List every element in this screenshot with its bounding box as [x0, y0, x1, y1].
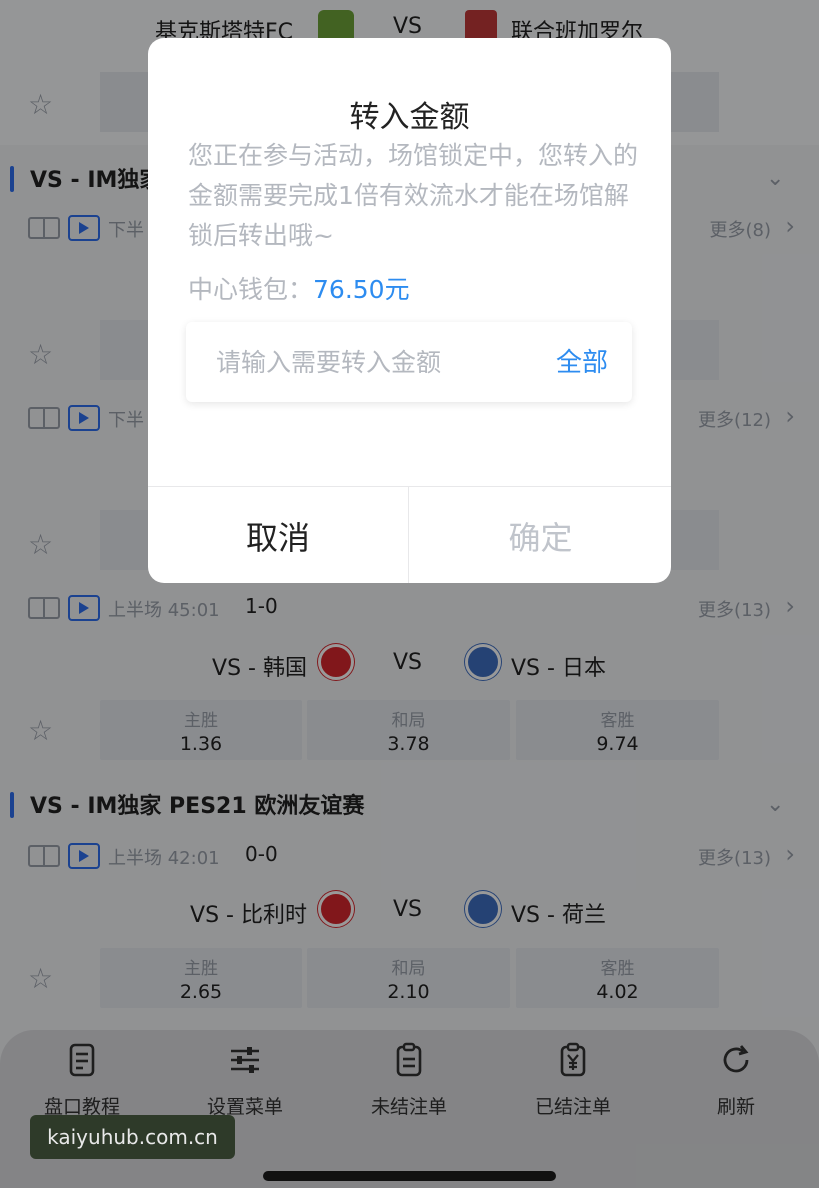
wallet-amount: 76.50元 — [313, 275, 410, 304]
cancel-button[interactable]: 取消 — [148, 487, 409, 583]
dialog-title: 转入金额 — [349, 100, 470, 135]
all-amount-button[interactable]: 全部 — [556, 342, 608, 379]
dialog-buttons: 取消 确定 — [148, 486, 671, 583]
wallet-label: 中心钱包： — [188, 275, 314, 304]
home-indicator — [263, 1171, 556, 1181]
amount-input-box: 全部 — [186, 322, 632, 402]
wallet-balance: 中心钱包：76.50元 — [188, 270, 410, 306]
confirm-button[interactable]: 确定 — [410, 487, 671, 583]
amount-input[interactable] — [216, 342, 536, 382]
transfer-amount-dialog: 转入金额 您正在参与活动，场馆锁定中，您转入的金额需要完成1倍有效流水才能在场馆… — [148, 38, 671, 583]
watermark: kaiyuhub.com.cn — [30, 1115, 235, 1159]
dialog-description: 您正在参与活动，场馆锁定中，您转入的金额需要完成1倍有效流水才能在场馆解锁后转出… — [188, 141, 639, 250]
